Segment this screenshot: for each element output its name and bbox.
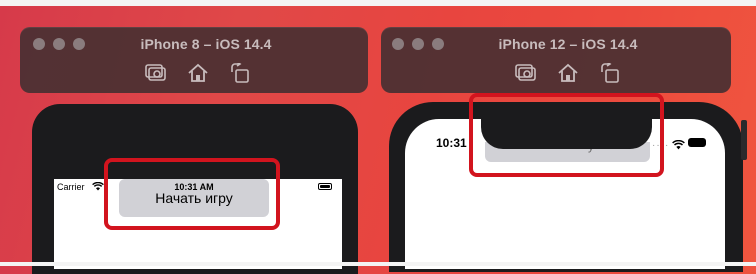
wifi-icon <box>92 181 104 193</box>
highlight-box-iphone12 <box>469 93 664 177</box>
window-top-border <box>0 0 756 6</box>
simulator-tools <box>514 62 622 84</box>
rotate-icon[interactable] <box>228 62 252 84</box>
simulator-title: iPhone 12 – iOS 14.4 <box>498 36 638 52</box>
side-button <box>741 120 747 160</box>
screenshot-icon[interactable] <box>144 62 168 84</box>
highlight-box-iphone8 <box>104 158 280 230</box>
simulator-title: iPhone 8 – iOS 14.4 <box>140 36 272 52</box>
battery-icon <box>688 138 706 147</box>
carrier-label: Carrier <box>57 182 85 192</box>
status-time: 10:31 <box>436 136 467 150</box>
home-icon[interactable] <box>556 62 580 84</box>
simulator-toolbar-iphone8: iPhone 8 – iOS 14.4 <box>20 27 368 93</box>
battery-icon <box>318 183 332 190</box>
simulator-tools <box>144 62 252 84</box>
rotate-icon[interactable] <box>598 62 622 84</box>
screenshot-icon[interactable] <box>514 62 538 84</box>
simulator-toolbar-iphone12: iPhone 12 – iOS 14.4 <box>381 27 731 93</box>
home-icon[interactable] <box>186 62 210 84</box>
wifi-icon <box>672 137 685 155</box>
window-bottom-border <box>0 262 756 266</box>
